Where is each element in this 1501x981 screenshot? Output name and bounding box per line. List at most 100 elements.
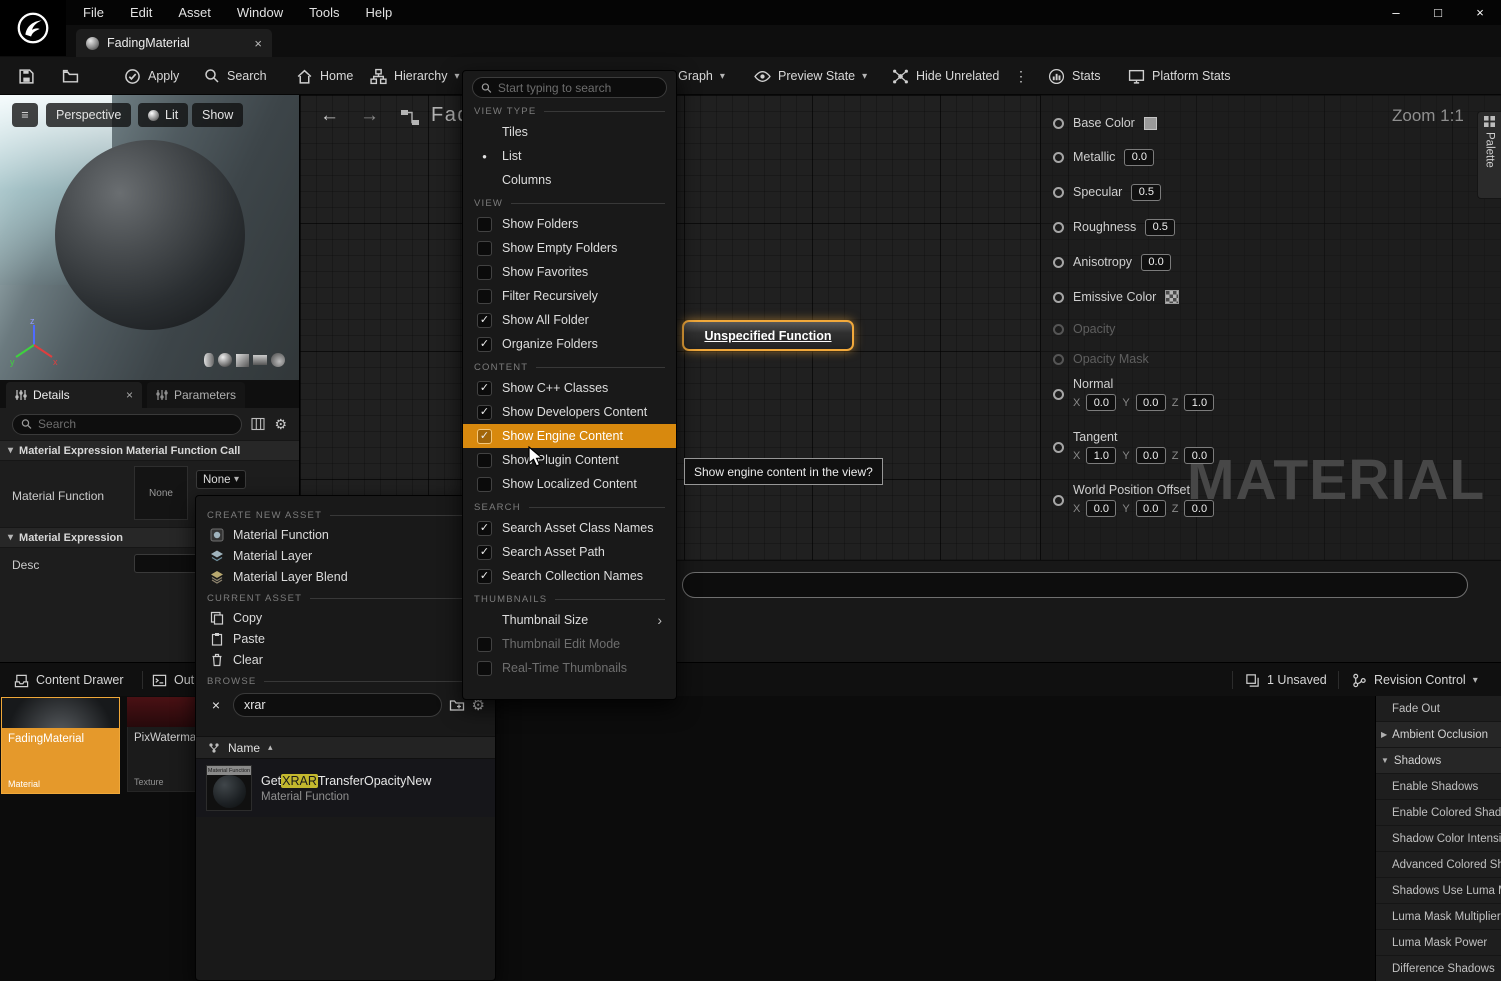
pin-value-box[interactable]: 0.5 bbox=[1131, 184, 1161, 201]
stats-search-bar[interactable] bbox=[682, 572, 1468, 598]
menu-search[interactable] bbox=[472, 77, 667, 98]
base-color-swatch[interactable] bbox=[1144, 117, 1157, 130]
pin-value-box[interactable]: 0.5 bbox=[1145, 219, 1175, 236]
expand-down-icon[interactable]: ▼ bbox=[1381, 756, 1389, 765]
menu-item-show-folders[interactable]: Show Folders bbox=[463, 212, 676, 236]
pin-value-box[interactable]: 0.0 bbox=[1141, 254, 1171, 271]
tab-close-icon[interactable]: × bbox=[254, 36, 262, 51]
menu-asset[interactable]: Asset bbox=[165, 0, 224, 25]
asset-search-input[interactable] bbox=[244, 698, 431, 712]
pin-normal[interactable]: Normal X0.0 Y0.0 Z1.0 bbox=[1053, 377, 1214, 411]
menu-item-material-function[interactable]: Material Function bbox=[196, 524, 495, 545]
palette-tab[interactable]: Palette bbox=[1477, 111, 1501, 199]
menu-item-clear[interactable]: Clear bbox=[196, 649, 495, 670]
pin-anisotropy[interactable]: Anisotropy 0.0 bbox=[1053, 252, 1171, 272]
unsaved-button[interactable]: 1 Unsaved bbox=[1245, 668, 1327, 692]
menu-item-columns[interactable]: Columns bbox=[463, 168, 676, 192]
menu-item-show-plugin-content[interactable]: Show Plugin Content bbox=[463, 448, 676, 472]
menu-item-show-empty-folders[interactable]: Show Empty Folders bbox=[463, 236, 676, 260]
expand-right-icon[interactable]: ▶ bbox=[1381, 730, 1387, 739]
menu-item-organize-folders[interactable]: ✓Organize Folders bbox=[463, 332, 676, 356]
setting-row-enable-colored-shadows[interactable]: Enable Colored Shadows bbox=[1376, 800, 1501, 826]
hierarchy-button[interactable]: Hierarchy ▾ bbox=[364, 63, 466, 89]
hide-unrelated-button[interactable]: Hide Unrelated bbox=[886, 63, 1005, 89]
save-search-folder-icon[interactable] bbox=[449, 697, 465, 713]
search-button[interactable]: Search bbox=[198, 63, 273, 89]
tab-details[interactable]: Details × bbox=[6, 382, 142, 408]
minimize-button[interactable]: – bbox=[1375, 0, 1417, 25]
nav-back-icon[interactable]: ← bbox=[320, 105, 339, 127]
setting-row-luma-mask-multiplier[interactable]: Luma Mask Multiplier bbox=[1376, 904, 1501, 930]
setting-row-fade-out[interactable]: Fade Out bbox=[1376, 696, 1501, 722]
material-function-thumbnail[interactable]: None bbox=[134, 466, 188, 520]
preview-custom-mesh-icon[interactable] bbox=[271, 353, 285, 367]
asset-tile-fadingmaterial[interactable]: FadingMaterial Material bbox=[1, 697, 120, 794]
browse-to-asset-button[interactable] bbox=[56, 63, 85, 89]
platform-stats-button[interactable]: Platform Stats bbox=[1122, 63, 1237, 89]
menu-item-search-asset-path[interactable]: ✓Search Asset Path bbox=[463, 540, 676, 564]
preview-sphere-icon[interactable] bbox=[218, 353, 232, 367]
menu-help[interactable]: Help bbox=[352, 0, 405, 25]
menu-item-tiles[interactable]: Tiles bbox=[463, 120, 676, 144]
content-drawer-button[interactable]: Content Drawer bbox=[14, 668, 124, 692]
toolbar-overflow-button[interactable]: ⋮ bbox=[1008, 63, 1034, 89]
emissive-color-swatch[interactable] bbox=[1165, 290, 1179, 304]
show-button[interactable]: Show bbox=[192, 103, 243, 127]
material-result-node[interactable]: MATERIAL Base Color Metallic 0.0 Specula… bbox=[1040, 95, 1501, 560]
material-function-combo[interactable]: None ▾ bbox=[196, 470, 246, 489]
menu-search-input[interactable] bbox=[498, 81, 658, 95]
pin-opacity[interactable]: Opacity bbox=[1053, 319, 1115, 339]
pin-value-box[interactable]: 0.0 bbox=[1184, 500, 1214, 517]
pin-value-box[interactable]: 0.0 bbox=[1136, 394, 1166, 411]
setting-row-difference-shadows[interactable]: Difference Shadows bbox=[1376, 956, 1501, 981]
menu-item-search-asset-class-names[interactable]: ✓Search Asset Class Names bbox=[463, 516, 676, 540]
menu-item-show-cpp-classes[interactable]: ✓Show C++ Classes bbox=[463, 376, 676, 400]
menu-tools[interactable]: Tools bbox=[296, 0, 352, 25]
menu-item-thumbnail-size[interactable]: Thumbnail Size› bbox=[463, 608, 676, 632]
details-search[interactable] bbox=[12, 414, 242, 435]
viewport-options-button[interactable]: ≡ bbox=[12, 103, 38, 127]
menu-item-show-all-folder[interactable]: ✓Show All Folder bbox=[463, 308, 676, 332]
pin-value-box[interactable]: 0.0 bbox=[1184, 447, 1214, 464]
setting-row-shadows-use-luma-mask[interactable]: Shadows Use Luma Mask bbox=[1376, 878, 1501, 904]
asset-search[interactable] bbox=[233, 693, 442, 717]
lit-button[interactable]: Lit bbox=[138, 103, 188, 127]
pin-roughness[interactable]: Roughness 0.5 bbox=[1053, 217, 1175, 237]
pin-base-color[interactable]: Base Color bbox=[1053, 113, 1157, 133]
preview-cylinder-icon[interactable] bbox=[204, 353, 214, 367]
menu-item-search-collection-names[interactable]: ✓Search Collection Names bbox=[463, 564, 676, 588]
menu-item-list[interactable]: ●List bbox=[463, 144, 676, 168]
setting-row-luma-mask-power[interactable]: Luma Mask Power bbox=[1376, 930, 1501, 956]
details-search-input[interactable] bbox=[38, 417, 233, 431]
menu-item-show-favorites[interactable]: Show Favorites bbox=[463, 260, 676, 284]
stats-button[interactable]: Stats bbox=[1042, 63, 1107, 89]
pin-value-box[interactable]: 0.0 bbox=[1124, 149, 1154, 166]
clear-search-icon[interactable]: × bbox=[206, 695, 226, 715]
menu-item-show-localized-content[interactable]: Show Localized Content bbox=[463, 472, 676, 496]
menu-item-show-developers-content[interactable]: ✓Show Developers Content bbox=[463, 400, 676, 424]
setting-row-ambient-occlusion[interactable]: ▶Ambient Occlusion bbox=[1376, 722, 1501, 748]
section-material-function-call[interactable]: ▾ Material Expression Material Function … bbox=[0, 440, 299, 461]
preview-viewport[interactable]: ≡ Perspective Lit Show z y x bbox=[0, 95, 300, 380]
unreal-logo[interactable] bbox=[0, 0, 66, 56]
menu-item-material-layer[interactable]: Material Layer bbox=[196, 545, 495, 566]
save-button[interactable] bbox=[12, 63, 41, 89]
menu-item-copy[interactable]: Copy bbox=[196, 607, 495, 628]
menu-edit[interactable]: Edit bbox=[117, 0, 165, 25]
menu-item-material-layer-blend[interactable]: Material Layer Blend bbox=[196, 566, 495, 587]
pin-specular[interactable]: Specular 0.5 bbox=[1053, 182, 1161, 202]
pin-value-box[interactable]: 0.0 bbox=[1136, 447, 1166, 464]
tab-details-close-icon[interactable]: × bbox=[126, 388, 133, 402]
menu-item-filter-recursively[interactable]: Filter Recursively bbox=[463, 284, 676, 308]
asset-result-row[interactable]: Material Function GetXRARTransferOpacity… bbox=[196, 759, 495, 817]
unspecified-function-node[interactable]: Unspecified Function bbox=[682, 320, 854, 351]
details-settings-gear-icon[interactable]: ⚙ bbox=[274, 416, 287, 433]
preview-state-button[interactable]: Preview State ▾ bbox=[748, 63, 873, 89]
pin-value-box[interactable]: 1.0 bbox=[1086, 447, 1116, 464]
menu-item-thumbnail-edit-mode[interactable]: Thumbnail Edit Mode bbox=[463, 632, 676, 656]
pin-value-box[interactable]: 0.0 bbox=[1136, 500, 1166, 517]
maximize-button[interactable]: □ bbox=[1417, 0, 1459, 25]
pin-value-box[interactable]: 0.0 bbox=[1086, 500, 1116, 517]
stats-search-input[interactable] bbox=[695, 578, 1455, 592]
display-options-icon[interactable] bbox=[251, 417, 265, 431]
